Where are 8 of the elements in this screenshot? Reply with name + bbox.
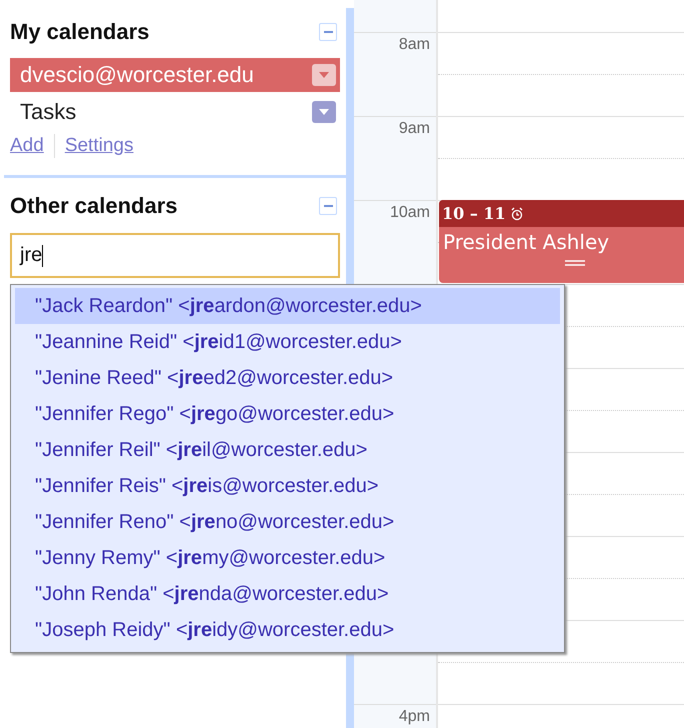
section-title: Other calendars (10, 193, 178, 219)
event-time: 10 – 11 (442, 204, 506, 223)
section-title: My calendars (10, 19, 150, 45)
time-label: 10am (390, 204, 430, 222)
event-title: President Ashley (442, 229, 610, 254)
time-label: 4pm (398, 708, 430, 726)
time-label: 8am (398, 36, 430, 54)
time-label: 9am (398, 120, 430, 138)
